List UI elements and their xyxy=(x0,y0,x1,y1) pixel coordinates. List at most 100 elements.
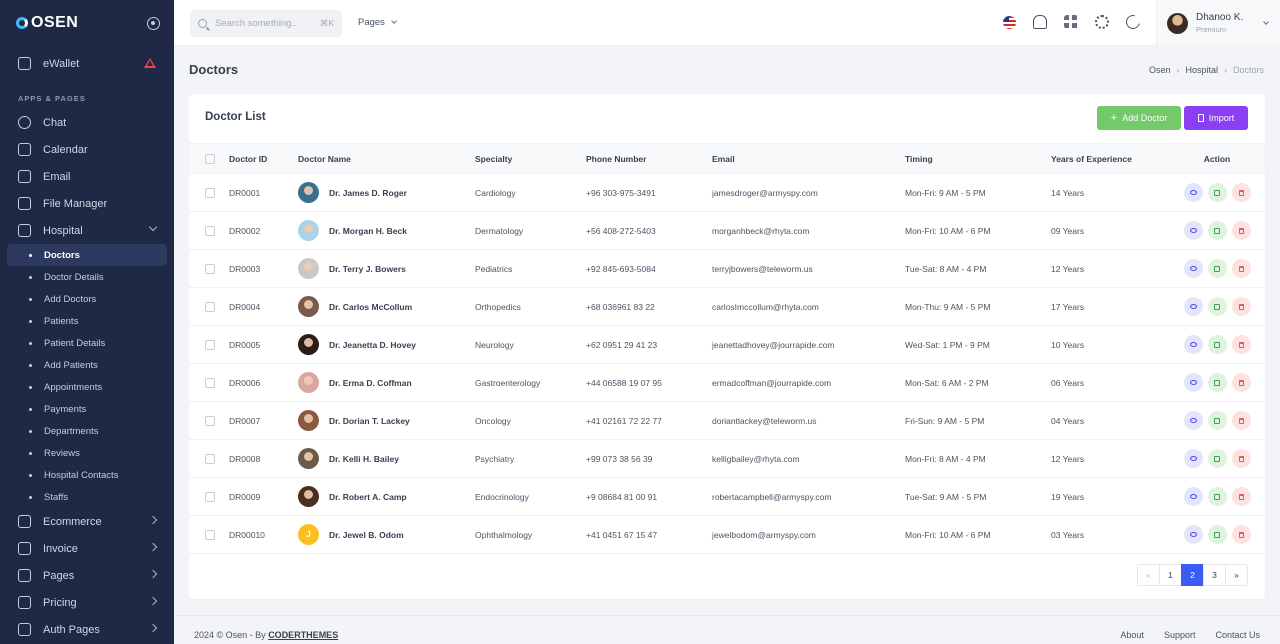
sidebar-subitem-appointments[interactable]: Appointments xyxy=(7,376,167,398)
sidebar-subitem-add-patients[interactable]: Add Patients xyxy=(7,354,167,376)
pages-dropdown[interactable]: Pages xyxy=(358,17,397,28)
table-row: DR0003 Dr. Terry J. Bowers Pediatrics +92 8… xyxy=(189,249,1265,288)
sidebar-subitem-doctors[interactable]: Doctors xyxy=(7,244,167,266)
delete-button[interactable] xyxy=(1231,221,1251,240)
delete-button[interactable] xyxy=(1231,411,1251,430)
footer-link-support[interactable]: Support xyxy=(1164,630,1196,640)
footer-link-about[interactable]: About xyxy=(1120,630,1144,640)
edit-button[interactable] xyxy=(1207,297,1227,316)
row-checkbox[interactable] xyxy=(205,415,215,426)
pagination-prev[interactable]: « xyxy=(1137,564,1160,586)
select-all-checkbox[interactable] xyxy=(205,153,215,164)
search-box[interactable]: ⌘K xyxy=(190,10,342,37)
sidebar-subitem-add-doctors[interactable]: Add Doctors xyxy=(7,288,167,310)
breadcrumb-item[interactable]: Hospital xyxy=(1185,65,1218,75)
view-button[interactable] xyxy=(1183,335,1203,354)
edit-button[interactable] xyxy=(1207,221,1227,240)
edit-button[interactable] xyxy=(1207,335,1227,354)
delete-button[interactable] xyxy=(1231,449,1251,468)
view-button[interactable] xyxy=(1183,411,1203,430)
us-flag-icon[interactable] xyxy=(1003,15,1016,29)
view-button[interactable] xyxy=(1183,373,1203,392)
user-menu[interactable]: Dhanoo K. Premium xyxy=(1156,0,1280,46)
sidebar-subitem-departments[interactable]: Departments xyxy=(7,420,167,442)
table-row: DR0007 Dr. Dorian T. Lackey Oncology +41 02… xyxy=(189,401,1265,440)
edit-button[interactable] xyxy=(1207,487,1227,506)
view-button[interactable] xyxy=(1183,525,1203,544)
view-button[interactable] xyxy=(1183,183,1203,202)
view-button[interactable] xyxy=(1183,221,1203,240)
view-button[interactable] xyxy=(1183,259,1203,278)
sidebar-item-email[interactable]: Email xyxy=(0,163,174,190)
sidebar-subitem-hospital-contacts[interactable]: Hospital Contacts xyxy=(7,464,167,486)
doctor-name-cell[interactable]: J Dr. Jewel B. Odom xyxy=(298,524,475,545)
row-checkbox[interactable] xyxy=(205,339,215,350)
sidebar-item-invoice[interactable]: Invoice xyxy=(0,535,174,562)
delete-button[interactable] xyxy=(1231,373,1251,392)
search-input[interactable] xyxy=(215,18,310,29)
sidebar-item-chat[interactable]: Chat xyxy=(0,109,174,136)
pagination-next[interactable]: » xyxy=(1225,564,1248,586)
sidebar-item-calendar[interactable]: Calendar xyxy=(0,136,174,163)
row-checkbox[interactable] xyxy=(205,491,215,502)
sidebar-toggle-icon[interactable] xyxy=(147,16,160,30)
sidebar-item-auth-pages[interactable]: Auth Pages xyxy=(0,616,174,643)
doctor-name-cell[interactable]: Dr. Morgan H. Beck xyxy=(298,220,475,241)
footer-link-contact-us[interactable]: Contact Us xyxy=(1215,630,1260,640)
pagination-page[interactable]: 1 xyxy=(1159,564,1182,586)
pagination-page[interactable]: 2 xyxy=(1181,564,1204,586)
author-link[interactable]: CODERTHEMES xyxy=(268,630,338,640)
edit-button[interactable] xyxy=(1207,259,1227,278)
edit-button[interactable] xyxy=(1207,183,1227,202)
import-button[interactable]: Import xyxy=(1184,106,1248,130)
sidebar-item-ewallet[interactable]: eWallet xyxy=(0,50,174,77)
delete-button[interactable] xyxy=(1231,487,1251,506)
sidebar-subitem-payments[interactable]: Payments xyxy=(7,398,167,420)
edit-button[interactable] xyxy=(1207,411,1227,430)
bell-icon[interactable] xyxy=(1033,15,1047,29)
delete-button[interactable] xyxy=(1231,525,1251,544)
sidebar-item-file-manager[interactable]: File Manager xyxy=(0,190,174,217)
doctor-name-cell[interactable]: Dr. Erma D. Coffman xyxy=(298,372,475,393)
view-button[interactable] xyxy=(1183,449,1203,468)
doctor-name-cell[interactable]: Dr. Kelli H. Bailey xyxy=(298,448,475,469)
sidebar-subitem-reviews[interactable]: Reviews xyxy=(7,442,167,464)
row-checkbox[interactable] xyxy=(205,453,215,464)
delete-button[interactable] xyxy=(1231,335,1251,354)
sidebar-item-pricing[interactable]: Pricing xyxy=(0,589,174,616)
sidebar-subitem-patients[interactable]: Patients xyxy=(7,310,167,332)
edit-button[interactable] xyxy=(1207,373,1227,392)
view-button[interactable] xyxy=(1183,297,1203,316)
row-checkbox[interactable] xyxy=(205,225,215,236)
add-doctor-button[interactable]: + Add Doctor xyxy=(1097,106,1181,130)
sidebar-subitem-staffs[interactable]: Staffs xyxy=(7,486,167,508)
edit-button[interactable] xyxy=(1207,525,1227,544)
doctor-name-cell[interactable]: Dr. Terry J. Bowers xyxy=(298,258,475,279)
doctor-name-cell[interactable]: Dr. Carlos McCollum xyxy=(298,296,475,317)
pagination-page[interactable]: 3 xyxy=(1203,564,1226,586)
delete-button[interactable] xyxy=(1231,183,1251,202)
gear-icon[interactable] xyxy=(1095,15,1109,29)
moon-icon[interactable] xyxy=(1123,12,1143,32)
row-checkbox[interactable] xyxy=(205,301,215,312)
sidebar-subitem-patient-details[interactable]: Patient Details xyxy=(7,332,167,354)
view-button[interactable] xyxy=(1183,487,1203,506)
sidebar-item-ecommerce[interactable]: Ecommerce xyxy=(0,508,174,535)
doctor-name-cell[interactable]: Dr. James D. Roger xyxy=(298,182,475,203)
apps-grid-icon[interactable] xyxy=(1064,15,1078,29)
delete-button[interactable] xyxy=(1231,259,1251,278)
sidebar-item-pages[interactable]: Pages xyxy=(0,562,174,589)
brand-logo[interactable]: OSEN xyxy=(16,14,78,32)
row-checkbox[interactable] xyxy=(205,187,215,198)
sidebar-subitem-doctor-details[interactable]: Doctor Details xyxy=(7,266,167,288)
row-checkbox[interactable] xyxy=(205,529,215,540)
doctor-name-cell[interactable]: Dr. Robert A. Camp xyxy=(298,486,475,507)
doctor-name-cell[interactable]: Dr. Jeanetta D. Hovey xyxy=(298,334,475,355)
breadcrumb-item[interactable]: Osen xyxy=(1149,65,1171,75)
doctor-name-cell[interactable]: Dr. Dorian T. Lackey xyxy=(298,410,475,431)
row-checkbox[interactable] xyxy=(205,263,215,274)
edit-button[interactable] xyxy=(1207,449,1227,468)
sidebar-item-hospital[interactable]: Hospital xyxy=(0,217,174,244)
delete-button[interactable] xyxy=(1231,297,1251,316)
row-checkbox[interactable] xyxy=(205,377,215,388)
